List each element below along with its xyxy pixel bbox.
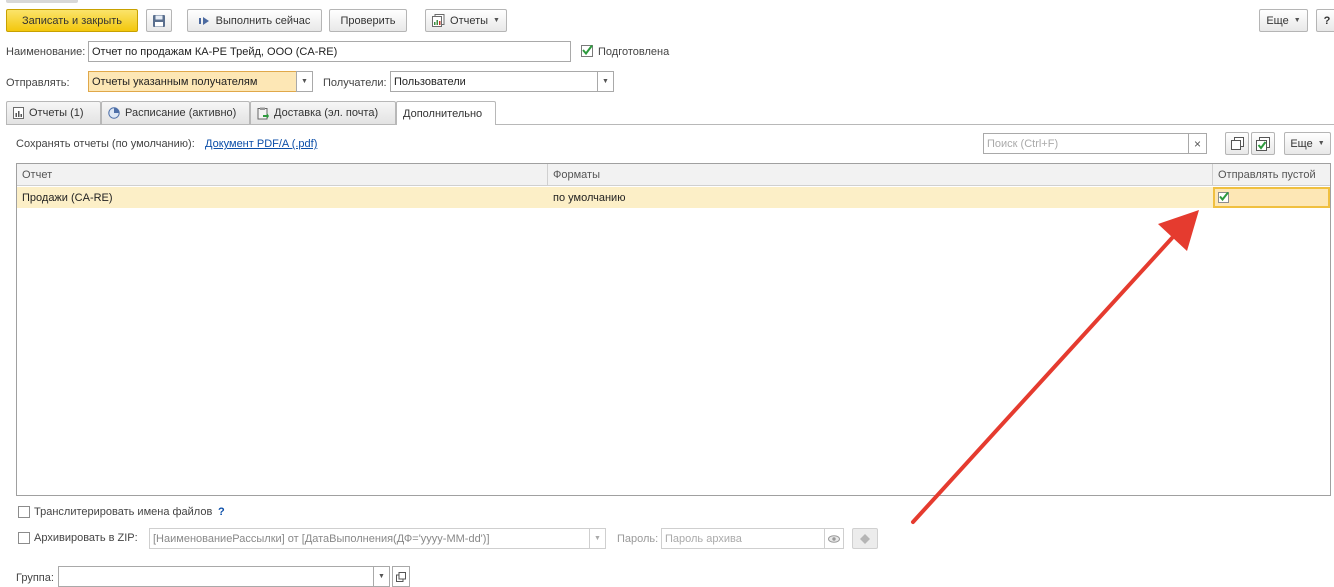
check-all-button[interactable] (1251, 132, 1275, 155)
group-dropdown-button[interactable]: ▼ (373, 566, 390, 587)
table-more-label: Еще (1290, 137, 1313, 150)
group-label: Группа: (16, 572, 54, 584)
recipients-value: Пользователи (394, 75, 466, 88)
group-input[interactable] (58, 566, 374, 587)
open-icon (396, 571, 406, 582)
table-header: Отчет Форматы Отправлять пустой (17, 164, 1330, 186)
tab-panel-border (6, 124, 1334, 125)
check-all-icon (1256, 136, 1270, 151)
floppy-disk-icon (153, 14, 165, 27)
table-row[interactable]: Продажи (CA-RE) по умолчанию (17, 187, 1330, 208)
zip-name-input[interactable]: [НаименованиеРассылки] от [ДатаВыполнени… (149, 528, 590, 549)
run-icon (198, 16, 209, 25)
tab-additional[interactable]: Дополнительно (396, 101, 496, 125)
chevron-down-icon: ▼ (1293, 17, 1301, 24)
send-mode-select[interactable]: Отчеты указанным получателям (88, 71, 297, 92)
transliterate-label: Транслитерировать имена файлов (34, 506, 213, 518)
column-header-formats[interactable]: Форматы (548, 164, 1213, 186)
recipients-select[interactable]: Пользователи (390, 71, 598, 92)
prepared-label: Подготовлена (598, 46, 670, 58)
reports-icon (432, 14, 445, 27)
zip-checkbox[interactable] (18, 532, 30, 544)
checkmark-icon (1219, 191, 1229, 202)
chevron-down-icon: ▼ (493, 17, 500, 24)
transliterate-checkbox[interactable] (18, 506, 30, 518)
column-header-send-empty[interactable]: Отправлять пустой (1213, 164, 1330, 186)
table-more-button[interactable]: Еще ▼ (1284, 132, 1331, 155)
checkmark-icon (582, 44, 593, 56)
more-label: Еще (1266, 14, 1289, 27)
delivery-icon (257, 107, 269, 119)
recipients-dropdown-button[interactable]: ▼ (597, 71, 614, 92)
check-label: Проверить (340, 14, 396, 27)
save-and-close-label: Записать и закрыть (21, 14, 123, 27)
help-button[interactable]: ? (1316, 9, 1334, 32)
send-label: Отправлять: (6, 77, 70, 89)
help-label: ? (1323, 14, 1331, 27)
save-default-label: Сохранять отчеты (по умолчанию): (16, 138, 195, 150)
report-icon (13, 107, 24, 119)
copy-icon (1230, 137, 1244, 150)
copy-button[interactable] (1225, 132, 1249, 155)
reports-menu-button[interactable]: Отчеты ▼ (425, 9, 507, 32)
check-button[interactable]: Проверить (329, 9, 407, 32)
tab-delivery[interactable]: Доставка (эл. почта) (250, 101, 396, 124)
transliterate-help-icon[interactable]: ? (218, 506, 225, 518)
cell-formats[interactable]: по умолчанию (548, 187, 1213, 208)
window-tab-stub (6, 0, 78, 3)
tab-reports-label: Отчеты (1) (29, 107, 84, 119)
chevron-down-icon: ▼ (301, 78, 308, 85)
reports-table[interactable]: Отчет Форматы Отправлять пустой Продажи … (16, 163, 1331, 496)
run-now-button[interactable]: Выполнить сейчас (187, 9, 322, 32)
tab-reports[interactable]: Отчеты (1) (6, 101, 101, 124)
schedule-icon (108, 107, 120, 119)
save-and-close-button[interactable]: Записать и закрыть (6, 9, 138, 32)
column-header-report[interactable]: Отчет (17, 164, 548, 186)
name-input[interactable]: Отчет по продажам КА-РЕ Трейд, ООО (CA-R… (88, 41, 571, 62)
tab-delivery-label: Доставка (эл. почта) (274, 107, 379, 119)
run-now-label: Выполнить сейчас (215, 14, 311, 27)
send-mode-dropdown-button[interactable]: ▼ (296, 71, 313, 92)
zip-label: Архивировать в ZIP: (34, 532, 138, 544)
prepared-checkbox[interactable] (581, 44, 593, 57)
tab-schedule-label: Расписание (активно) (125, 107, 237, 119)
send-empty-checkbox[interactable] (1218, 191, 1229, 203)
name-value: Отчет по продажам КА-РЕ Трейд, ООО (CA-R… (92, 45, 338, 58)
password-placeholder: Пароль архива (665, 532, 742, 545)
tab-schedule[interactable]: Расписание (активно) (101, 101, 250, 124)
eye-icon (828, 534, 840, 543)
password-input[interactable]: Пароль архива (661, 528, 825, 549)
zip-name-dropdown-button[interactable]: ▼ (589, 528, 606, 549)
chevron-down-icon: ▼ (1317, 140, 1325, 147)
name-label: Наименование: (6, 46, 86, 58)
tab-additional-label: Дополнительно (403, 107, 483, 120)
recipients-label: Получатели: (323, 77, 387, 89)
zip-extra-button[interactable] (852, 528, 878, 549)
save-default-format-link[interactable]: Документ PDF/A (.pdf) (205, 138, 317, 150)
send-mode-value: Отчеты указанным получателям (92, 75, 258, 88)
diamond-icon (860, 533, 870, 544)
cell-report[interactable]: Продажи (CA-RE) (17, 187, 548, 208)
cell-send-empty[interactable] (1213, 187, 1330, 208)
chevron-down-icon: ▼ (594, 535, 601, 542)
chevron-down-icon: ▼ (602, 78, 609, 85)
zip-name-value: [НаименованиеРассылки] от [ДатаВыполнени… (153, 532, 490, 545)
show-password-button[interactable] (824, 528, 844, 549)
chevron-down-icon: ▼ (378, 573, 385, 580)
search-placeholder: Поиск (Ctrl+F) (987, 137, 1059, 150)
more-actions-button[interactable]: Еще ▼ (1259, 9, 1308, 32)
save-button[interactable] (146, 9, 172, 32)
password-label: Пароль: (617, 533, 659, 545)
reports-label: Отчеты (450, 14, 489, 27)
close-icon: × (1193, 136, 1201, 151)
search-clear-button[interactable]: × (1188, 133, 1207, 154)
search-input[interactable]: Поиск (Ctrl+F) (983, 133, 1189, 154)
group-open-button[interactable] (392, 566, 410, 587)
